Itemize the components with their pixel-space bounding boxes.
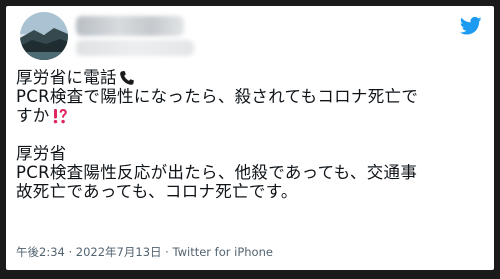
tweet-header xyxy=(16,10,484,64)
username-redacted xyxy=(76,40,194,56)
tweet-line-6: 故死亡であっても、コロナ死亡です。 xyxy=(16,182,298,201)
screenshot-frame: 厚労省に電話 PCR検査で陽性になったら、殺されてもコロナ死亡で すか 厚労省 … xyxy=(0,0,500,279)
tweet-line-4: 厚労省 xyxy=(16,144,67,163)
tweet-timestamp[interactable]: 午後2:34 · 2022年7月13日 · Twitter for iPhone xyxy=(16,244,273,260)
display-name-redacted xyxy=(76,16,184,36)
tweet-text: 厚労省に電話 PCR検査で陽性になったら、殺されてもコロナ死亡で すか 厚労省 … xyxy=(16,68,486,201)
tweet-line-1: 厚労省に電話 xyxy=(16,68,486,87)
exclamation-question-icon xyxy=(52,108,68,124)
tweet-line-3: すか xyxy=(16,106,486,125)
avatar[interactable] xyxy=(20,12,68,60)
phone-icon xyxy=(119,70,135,86)
tweet-line-5: PCR検査陽性反応が出たら、他殺であっても、交通事 xyxy=(16,163,418,182)
twitter-bird-icon xyxy=(459,16,482,36)
tweet-line-2: PCR検査で陽性になったら、殺されてもコロナ死亡で xyxy=(16,87,419,106)
tweet-card[interactable]: 厚労省に電話 PCR検査で陽性になったら、殺されてもコロナ死亡で すか 厚労省 … xyxy=(6,6,494,270)
